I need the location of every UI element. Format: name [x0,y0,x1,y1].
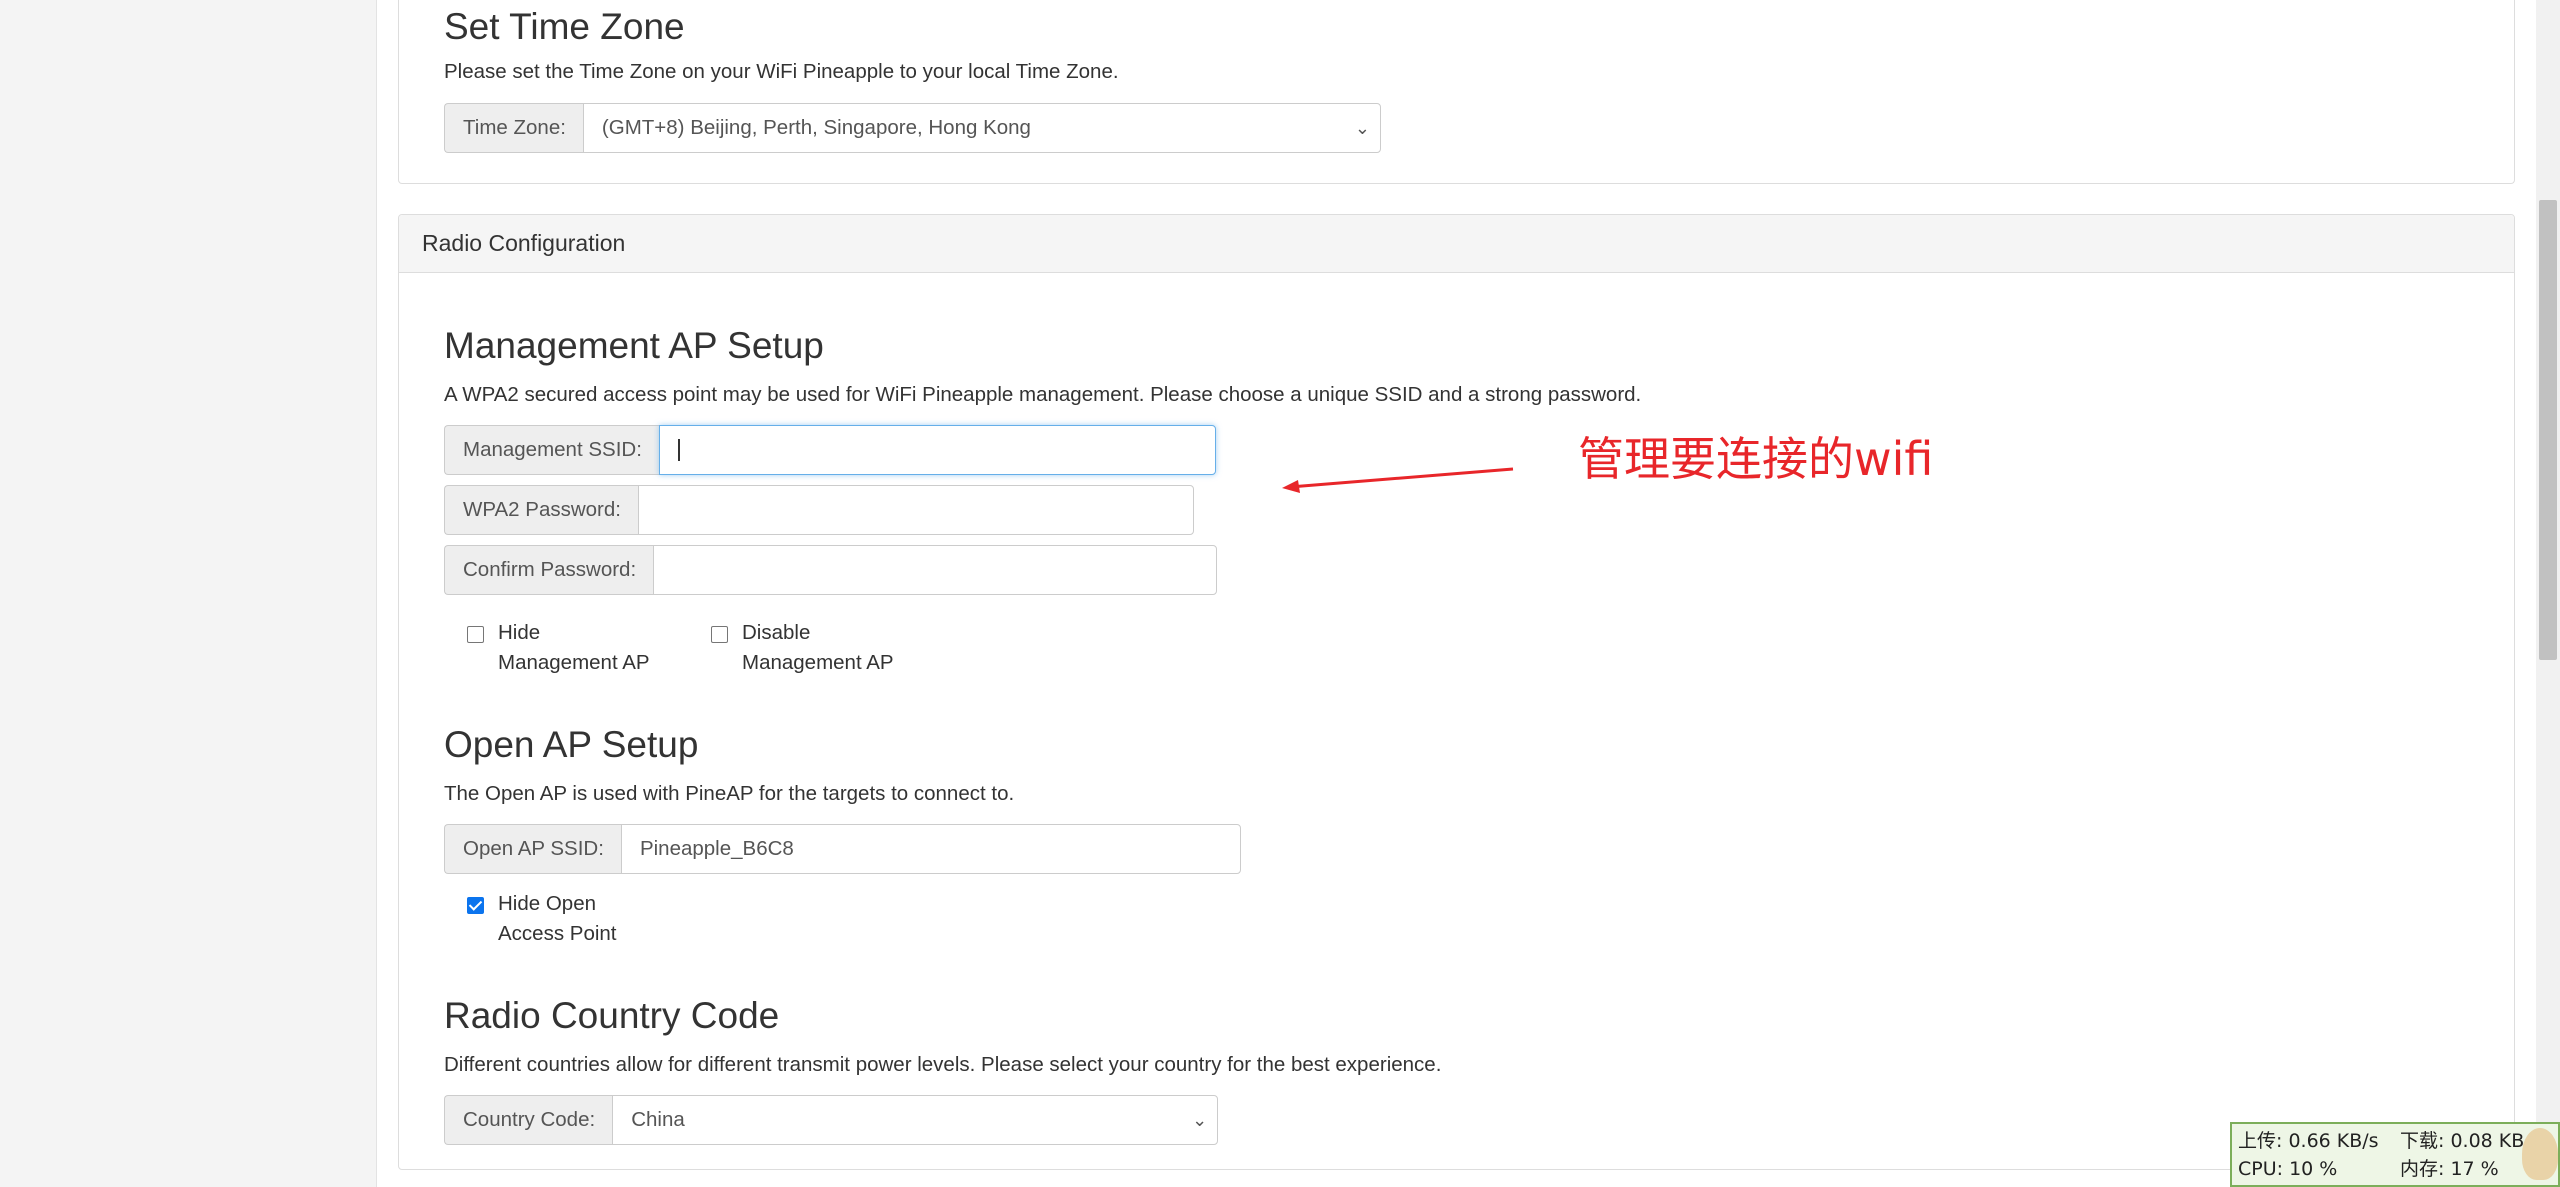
hide-open-ap-line1: Hide Open [498,892,597,915]
hide-management-ap-box[interactable] [467,626,484,643]
memory-usage: 内存: 17 % [2400,1158,2499,1180]
page-scrollbar[interactable] [2536,0,2560,1187]
network-monitor-widget[interactable]: 上传: 0.66 KB/s 下载: 0.08 KB/s CPU: 10 % 内存… [2230,1122,2560,1187]
management-ssid-group: Management SSID: [444,425,1216,475]
country-code-group: Country Code: China ⌄ [444,1095,1219,1145]
management-ap-title: Management AP Setup [444,325,824,366]
timezone-description: Please set the Time Zone on your WiFi Pi… [444,60,1119,83]
chevron-down-icon: ⌄ [1354,118,1370,138]
open-ap-ssid-input[interactable]: Pineapple_B6C8 [620,824,1241,874]
text-caret [677,439,680,461]
cpu-usage: CPU: 10 % [2238,1158,2338,1180]
timezone-selected-value: (GMT+8) Beijing, Perth, Singapore, Hong … [601,116,1031,139]
annotation-arrow-head [1282,480,1300,493]
timezone-panel: Set Time Zone Please set the Time Zone o… [398,0,2515,184]
disable-management-ap-line1: Disable [742,621,811,644]
open-ap-ssid-group: Open AP SSID: Pineapple_B6C8 [444,824,1241,874]
mascot-avatar [2522,1128,2558,1180]
confirm-password-label: Confirm Password: [444,545,654,595]
disable-management-ap-checkbox[interactable]: Disable Management AP [711,621,894,678]
country-code-title: Radio Country Code [444,995,780,1036]
download-speed: 下载: 0.08 KB/s [2400,1130,2541,1152]
radio-config-panel: Radio Configuration Management AP Setup … [398,214,2515,1170]
open-ap-ssid-value: Pineapple_B6C8 [639,837,794,860]
timezone-input-group: Time Zone: (GMT+8) Beijing, Perth, Singa… [444,103,1381,153]
country-code-select[interactable]: China ⌄ [612,1095,1219,1145]
management-ssid-label: Management SSID: [444,425,659,475]
hide-open-ap-checkbox[interactable]: Hide Open Access Point [467,892,617,949]
timezone-label: Time Zone: [444,103,583,153]
wpa2-password-input[interactable] [637,485,1194,535]
radio-config-heading: Radio Configuration [399,215,2514,273]
scrollbar-thumb[interactable] [2539,200,2557,660]
hide-management-ap-label[interactable]: Hide Management AP [498,618,650,678]
hide-management-ap-checkbox[interactable]: Hide Management AP [467,621,650,678]
management-ssid-input[interactable] [658,425,1216,475]
hide-management-ap-line1: Hide [498,621,541,644]
country-code-label: Country Code: [444,1095,613,1145]
hide-open-ap-label[interactable]: Hide Open Access Point [498,889,617,949]
wpa2-password-group: WPA2 Password: [444,485,1194,535]
disable-management-ap-label[interactable]: Disable Management AP [742,618,894,678]
hide-open-ap-box[interactable] [467,897,484,914]
wpa2-password-label: WPA2 Password: [444,485,638,535]
management-ap-description: A WPA2 secured access point may be used … [444,383,1642,406]
annotation-arrow [1282,467,1514,493]
country-code-selected-value: China [631,1108,685,1131]
open-ap-title: Open AP Setup [444,724,699,765]
disable-management-ap-line2: Management AP [742,651,894,674]
annotation-text: 管理要连接的wifi [1578,432,1934,486]
left-gutter [0,0,377,1187]
open-ap-description: The Open AP is used with PineAP for the … [444,782,1015,805]
country-code-description: Different countries allow for different … [444,1053,1442,1076]
disable-management-ap-box[interactable] [711,626,728,643]
timezone-select[interactable]: (GMT+8) Beijing, Perth, Singapore, Hong … [582,103,1381,153]
upload-speed: 上传: 0.66 KB/s [2238,1130,2379,1152]
chevron-down-icon: ⌄ [1192,1110,1208,1130]
confirm-password-group: Confirm Password: [444,545,1218,595]
open-ap-ssid-label: Open AP SSID: [444,824,621,874]
annotation-arrow-line [1289,467,1514,489]
timezone-title: Set Time Zone [444,6,685,47]
confirm-password-input[interactable] [653,545,1218,595]
hide-management-ap-line2: Management AP [498,651,650,674]
hide-open-ap-line2: Access Point [498,922,617,945]
